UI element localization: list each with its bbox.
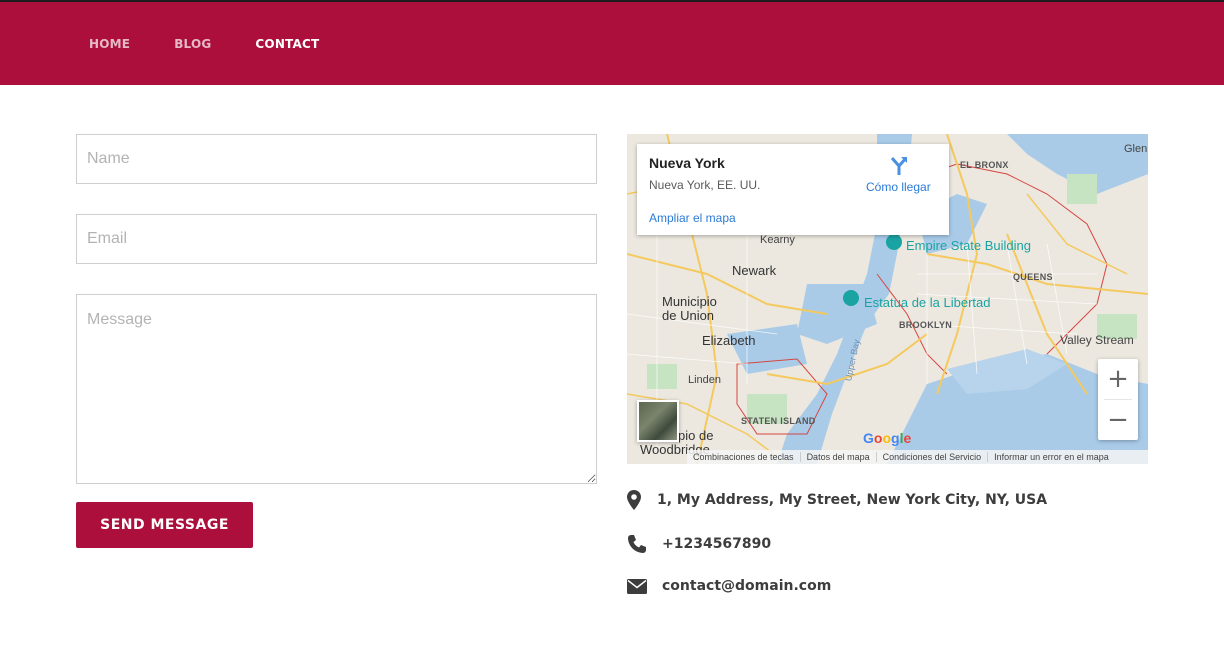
nav-blog[interactable]: BLOG (174, 37, 211, 51)
contact-email-row: contact@domain.com (627, 578, 831, 594)
message-textarea[interactable] (76, 294, 597, 484)
map-footer-data[interactable]: Datos del mapa (801, 452, 877, 462)
top-navbar: HOME BLOG CONTACT (0, 0, 1224, 85)
directions-arrow-icon[interactable] (889, 156, 909, 181)
nav-home[interactable]: HOME (89, 37, 130, 51)
map-label-el-bronx: EL BRONX (960, 160, 1009, 170)
map-place-subtitle: Nueva York, EE. UU. (649, 178, 761, 192)
map-label-elizabeth: Elizabeth (702, 333, 756, 348)
zoom-in-button[interactable]: + (1098, 359, 1138, 399)
map-poi-empire-state[interactable]: Empire State Building (906, 238, 1031, 253)
map-label-brooklyn: BROOKLYN (899, 320, 953, 330)
map-label-municipio-union-1: Municipio (662, 294, 717, 309)
main-nav: HOME BLOG CONTACT (89, 37, 363, 51)
map-label-woodbridge-1: pio de (678, 428, 714, 443)
map-footer-terms[interactable]: Condiciones del Servicio (877, 452, 989, 462)
enlarge-map-link[interactable]: Ampliar el mapa (649, 211, 736, 225)
send-message-button[interactable]: SEND MESSAGE (76, 502, 253, 548)
contact-address: 1, My Address, My Street, New York City,… (657, 492, 1048, 508)
map-footer-shortcuts[interactable]: Combinaciones de teclas (687, 452, 801, 462)
map-label-linden: Linden (688, 374, 722, 386)
contact-phone-row: +1234567890 (627, 534, 771, 554)
map-footer: Combinaciones de teclas Datos del mapa C… (687, 450, 1148, 464)
map-embed[interactable]: EL BRONX Glen Kearny Newark Municipio de… (627, 134, 1148, 464)
map-label-kearny: Kearny (760, 234, 795, 246)
phone-icon (627, 534, 662, 554)
nav-contact[interactable]: CONTACT (255, 37, 319, 51)
google-logo: Google (863, 430, 912, 446)
map-poi-estatua-libertad[interactable]: Estatua de la Libertad (864, 295, 990, 310)
map-marker-icon (627, 490, 657, 510)
contact-email[interactable]: contact@domain.com (662, 578, 831, 594)
name-input[interactable] (76, 134, 597, 184)
envelope-icon (627, 578, 662, 594)
map-label-valley-stream: Valley Stream (1060, 333, 1134, 347)
map-label-queens: QUEENS (1013, 272, 1053, 282)
contact-address-row: 1, My Address, My Street, New York City,… (627, 490, 1047, 510)
directions-link[interactable]: Cómo llegar (866, 180, 931, 194)
map-place-title: Nueva York (649, 155, 725, 171)
map-label-staten-island: STATEN ISLAND (741, 416, 816, 426)
map-footer-report[interactable]: Informar un error en el mapa (988, 452, 1115, 462)
contact-phone: +1234567890 (662, 536, 772, 552)
map-label-newark: Newark (732, 263, 777, 278)
email-input[interactable] (76, 214, 597, 264)
map-label-glen: Glen (1124, 143, 1148, 155)
map-infobox: Nueva York Nueva York, EE. UU. Cómo lleg… (637, 144, 949, 235)
zoom-out-button[interactable]: − (1098, 400, 1138, 440)
map-zoom-control: + − (1098, 359, 1138, 440)
satellite-toggle-thumbnail[interactable] (637, 400, 679, 442)
map-label-municipio-union-2: de Union (662, 308, 715, 323)
